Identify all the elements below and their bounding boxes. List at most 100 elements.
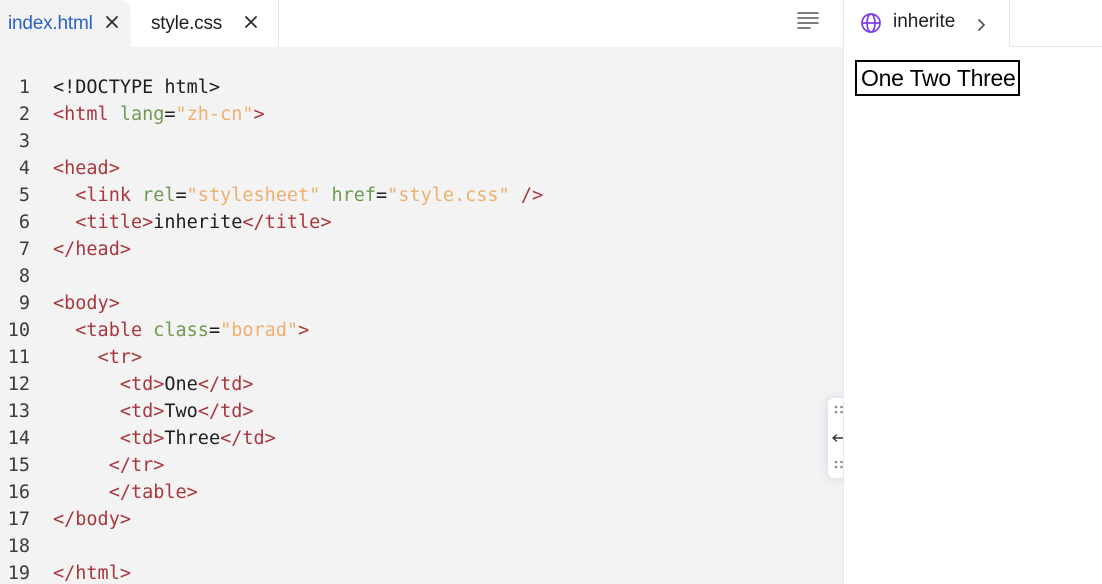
code-text: <body> [53,290,120,317]
code-token: </html> [53,563,131,584]
code-token: Three [164,428,221,449]
line-number: 10 [7,320,30,341]
code-token: </title> [242,212,332,233]
code-token: </tr> [108,455,165,476]
code-line[interactable]: 4 <head> [0,155,843,182]
code-text: </tr> [53,452,165,479]
tab-label: style.css [151,12,223,34]
line-number: 14 [7,428,30,449]
line-number: 16 [7,482,30,503]
code-line[interactable]: 9 <body> [0,290,843,317]
code-line[interactable]: 19 </html> [0,560,843,584]
line-number: 2 [18,104,30,125]
code-line[interactable]: 12 <td>One</td> [0,371,843,398]
rendered-table: One Two Three [855,60,1021,96]
line-number: 8 [18,266,30,287]
line-number: 15 [7,455,30,476]
line-number: 19 [7,563,30,584]
code-line[interactable]: 5 <link rel="stylesheet" href="style.css… [0,182,843,209]
code-line[interactable]: 16 </table> [0,479,843,506]
table-cell: Two [909,65,952,91]
code-line[interactable]: 3 [0,128,843,155]
code-token: <td> [119,428,165,449]
close-icon[interactable] [102,12,122,32]
globe-icon [860,12,882,34]
code-line[interactable]: 1 <!DOCTYPE html> [0,74,843,101]
preview-header: inherite [844,0,1102,47]
code-editor[interactable]: index.html style.css 1 <!DOCTYPE html> 2 <h… [0,0,855,584]
code-token: > [298,320,310,341]
chevron-right-icon[interactable] [976,17,988,33]
tab-style-css[interactable]: style.css [131,0,279,47]
code-line[interactable]: 15 </tr> [0,452,843,479]
code-text: <html lang="zh-cn"> [53,101,265,128]
code-line[interactable]: 11 <tr> [0,344,843,371]
code-line[interactable]: 14 <td>Three</td> [0,425,843,452]
code-line[interactable]: 13 <td>Two</td> [0,398,843,425]
line-number: 7 [18,239,30,260]
line-number: 17 [7,509,30,530]
editor-tab-bar: index.html style.css [0,0,843,47]
menu-lines-icon[interactable] [795,10,821,30]
tab-index-html[interactable]: index.html [0,0,131,47]
close-icon[interactable] [241,12,261,32]
preview-tab[interactable]: inherite [844,0,1010,47]
code-token: <td> [119,401,165,422]
line-number: 3 [18,131,30,152]
code-text: <!DOCTYPE html> [53,74,220,101]
code-token: </td> [197,374,254,395]
code-token: <td> [119,374,165,395]
code-line[interactable]: 17 </body> [0,506,843,533]
table-cell: One [861,65,904,91]
code-token: href [331,185,377,206]
code-token: "style.css" [387,185,510,206]
code-text: </html> [53,560,131,584]
code-text: </table> [53,479,198,506]
code-line[interactable]: 6 <title>inherite</title> [0,209,843,236]
code-line[interactable]: 7 </head> [0,236,843,263]
preview-title: inherite [893,11,956,32]
line-number: 12 [7,374,30,395]
code-text: </body> [53,506,131,533]
code-line[interactable]: 18 [0,533,843,560]
table-cell: Three [956,65,1016,91]
code-token: inherite [153,212,243,233]
code-token: > [253,104,265,125]
code-line[interactable]: 10 <table class="borad"> [0,317,843,344]
line-number: 6 [18,212,30,233]
code-token: <tr> [97,347,143,368]
code-token: = [175,185,187,206]
line-number: 9 [18,293,30,314]
code-token: <!DOCTYPE html> [53,77,221,98]
tab-label: index.html [8,12,93,34]
code-token: </head> [53,239,131,260]
line-number: 18 [7,536,30,557]
code-text: <head> [53,155,120,182]
code-token: <html [53,104,120,125]
code-token: "borad" [220,320,299,341]
code-token: One [164,374,198,395]
line-number: 1 [18,77,30,98]
code-token: = [164,104,176,125]
code-text: <table class="borad"> [53,317,309,344]
code-line[interactable]: 8 [0,263,843,290]
code-token: <body> [53,293,120,314]
code-line[interactable]: 2 <html lang="zh-cn"> [0,101,843,128]
code-token: <link [75,185,143,206]
code-text: </head> [53,236,131,263]
code-token: </td> [197,401,254,422]
code-token: = [376,185,388,206]
code-token: Two [164,401,198,422]
code-token: </body> [53,509,131,530]
line-number: 4 [18,158,30,179]
code-token: <head> [53,158,120,179]
code-token: "stylesheet" [186,185,321,206]
